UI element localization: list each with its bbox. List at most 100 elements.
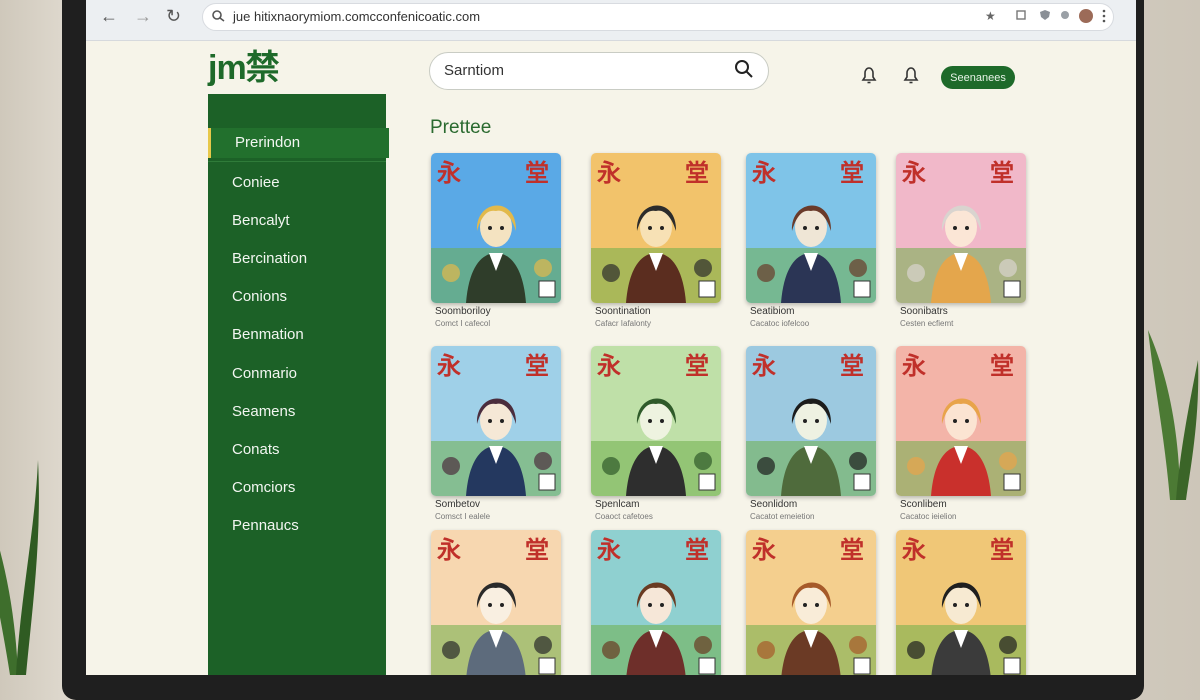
header-cta-button[interactable]: Seenanees xyxy=(941,66,1015,89)
notification-icon[interactable] xyxy=(901,65,921,85)
sidebar-item-label: Benmation xyxy=(232,326,304,343)
star-icon[interactable]: ★ xyxy=(985,9,996,23)
comic-card[interactable]: 永堂 Spenlcam Coaoct cafetoes xyxy=(591,346,721,522)
svg-text:永: 永 xyxy=(902,159,926,187)
svg-text:堂: 堂 xyxy=(685,536,709,564)
comic-subtitle: Cacatoc iofelcoo xyxy=(750,319,810,328)
svg-text:堂: 堂 xyxy=(525,536,549,564)
site-logo[interactable]: jm禁 xyxy=(208,40,280,89)
comic-card[interactable]: 永堂 Sombetov Comsct I ealele xyxy=(431,346,561,522)
browser-window: ← → ↻ jue hitixnaorymiom.comcconfenicoat… xyxy=(86,0,1136,675)
forward-icon[interactable]: → xyxy=(134,6,152,27)
sidebar-item-label: Seamens xyxy=(232,403,296,420)
comic-cover-image[interactable]: 永堂 xyxy=(746,153,876,303)
comic-card[interactable]: 永堂 Seatibiom Cacatoc iofelcoo xyxy=(746,153,876,329)
comic-subtitle: Cacatot emeietion xyxy=(750,512,815,521)
comic-cover-image[interactable]: 永堂 xyxy=(896,530,1026,675)
svg-text:永: 永 xyxy=(437,352,461,380)
sidebar-item-9[interactable]: Comciors xyxy=(208,473,386,503)
section-title: Prettee xyxy=(430,117,492,138)
search-icon[interactable] xyxy=(734,59,754,79)
comic-card[interactable]: 永堂 xyxy=(746,530,876,675)
svg-text:堂: 堂 xyxy=(990,352,1014,380)
back-icon[interactable]: ← xyxy=(100,6,118,27)
comic-cover-image[interactable]: 永堂 xyxy=(431,530,561,675)
sidebar-item-label: Conions xyxy=(232,288,288,305)
comic-cover-image[interactable]: 永堂 xyxy=(591,153,721,303)
sidebar: Prerindon Coniee Bencalyt Bercination Co… xyxy=(208,94,389,675)
sidebar-item-1[interactable]: Coniee xyxy=(208,168,386,198)
sidebar-item-10[interactable]: Pennaucs xyxy=(208,511,386,541)
svg-text:永: 永 xyxy=(597,352,621,380)
bell-icon[interactable] xyxy=(859,65,879,85)
svg-text:堂: 堂 xyxy=(840,536,864,564)
comic-subtitle: Comsct I ealele xyxy=(435,512,491,521)
sidebar-item-label: Prerindon xyxy=(235,134,301,151)
comic-card[interactable]: 永堂 Soomboriloy Comct I cafecol xyxy=(431,153,561,329)
plant-left-decoration xyxy=(0,460,39,675)
svg-text:永: 永 xyxy=(902,536,926,564)
sidebar-item-5[interactable]: Benmation xyxy=(208,320,386,350)
comic-card[interactable]: 永堂 Sconlibem Cacatoc ieielion xyxy=(896,346,1026,522)
comic-title[interactable]: Spenlcam xyxy=(595,499,639,510)
sidebar-item-0[interactable]: Prerindon xyxy=(208,128,389,158)
comic-title[interactable]: Sconlibem xyxy=(900,499,947,510)
svg-text:永: 永 xyxy=(752,536,776,564)
comic-card[interactable]: 永堂 xyxy=(896,530,1026,675)
svg-text:堂: 堂 xyxy=(685,159,709,187)
comic-card[interactable]: 永堂 xyxy=(431,530,561,675)
sidebar-item-label: Conats xyxy=(232,441,280,458)
sidebar-item-2[interactable]: Bencalyt xyxy=(208,206,386,236)
comic-title[interactable]: Soomboriloy xyxy=(435,306,491,317)
svg-text:堂: 堂 xyxy=(840,159,864,187)
sidebar-item-7[interactable]: Seamens xyxy=(208,397,386,427)
menu-dots-icon[interactable] xyxy=(1101,9,1107,23)
comic-cover-image[interactable]: 永堂 xyxy=(431,346,561,496)
comic-card[interactable]: 永堂 Soontination Cafacr Iafalonty xyxy=(591,153,721,329)
puzzle-icon[interactable] xyxy=(1059,9,1071,21)
extension-icon[interactable] xyxy=(1015,9,1027,21)
comic-cover-image[interactable]: 永堂 xyxy=(746,346,876,496)
address-bar[interactable]: jue hitixnaorymiom.comcconfenicoatic.com… xyxy=(202,3,1114,31)
comic-cover-image[interactable]: 永堂 xyxy=(746,530,876,675)
comic-cover-image[interactable]: 永堂 xyxy=(431,153,561,303)
comic-subtitle: Comct I cafecol xyxy=(435,319,491,328)
svg-text:永: 永 xyxy=(752,159,776,187)
comic-card[interactable]: 永堂 xyxy=(591,530,721,675)
sidebar-item-label: Conmario xyxy=(232,365,298,382)
svg-text:堂: 堂 xyxy=(525,352,549,380)
profile-avatar[interactable] xyxy=(1079,9,1093,23)
sidebar-item-4[interactable]: Conions xyxy=(208,282,386,312)
browser-toolbar: ← → ↻ jue hitixnaorymiom.comcconfenicoat… xyxy=(86,0,1136,41)
comic-title[interactable]: Seatibiom xyxy=(750,306,794,317)
url-text: jue hitixnaorymiom.comcconfenicoatic.com xyxy=(233,9,481,24)
shield-icon[interactable] xyxy=(1039,9,1051,21)
reload-icon[interactable]: ↻ xyxy=(166,6,181,27)
sidebar-item-8[interactable]: Conats xyxy=(208,435,386,465)
sidebar-item-label: Coniee xyxy=(232,174,280,191)
comic-cover-image[interactable]: 永堂 xyxy=(591,530,721,675)
sidebar-item-label: Pennaucs xyxy=(232,517,299,534)
svg-text:堂: 堂 xyxy=(990,159,1014,187)
sidebar-item-3[interactable]: Bercination xyxy=(208,244,386,274)
comic-card[interactable]: 永堂 Seonlidom Cacatot emeietion xyxy=(746,346,876,522)
comic-subtitle: Cacatoc ieielion xyxy=(900,512,957,521)
svg-text:永: 永 xyxy=(902,352,926,380)
comic-title[interactable]: Soontination xyxy=(595,306,651,317)
comic-cover-image[interactable]: 永堂 xyxy=(591,346,721,496)
sidebar-divider xyxy=(208,161,386,162)
comic-subtitle: Cafacr Iafalonty xyxy=(595,319,652,328)
sidebar-item-6[interactable]: Conmario xyxy=(208,359,386,389)
svg-text:永: 永 xyxy=(597,159,621,187)
comic-card[interactable]: 永堂 Soonibatrs Cesten ecfiemt xyxy=(896,153,1026,329)
comic-title[interactable]: Sombetov xyxy=(435,499,480,510)
site-info-icon[interactable] xyxy=(211,8,227,24)
search-input-text: Sarntiom xyxy=(444,62,505,79)
search-input[interactable]: Sarntiom xyxy=(429,52,769,90)
comic-title[interactable]: Seonlidom xyxy=(750,499,797,510)
comic-cover-image[interactable]: 永堂 xyxy=(896,153,1026,303)
comic-subtitle: Coaoct cafetoes xyxy=(595,512,653,521)
comic-cover-image[interactable]: 永堂 xyxy=(896,346,1026,496)
comic-title[interactable]: Soonibatrs xyxy=(900,306,948,317)
comic-subtitle: Cesten ecfiemt xyxy=(900,319,954,328)
